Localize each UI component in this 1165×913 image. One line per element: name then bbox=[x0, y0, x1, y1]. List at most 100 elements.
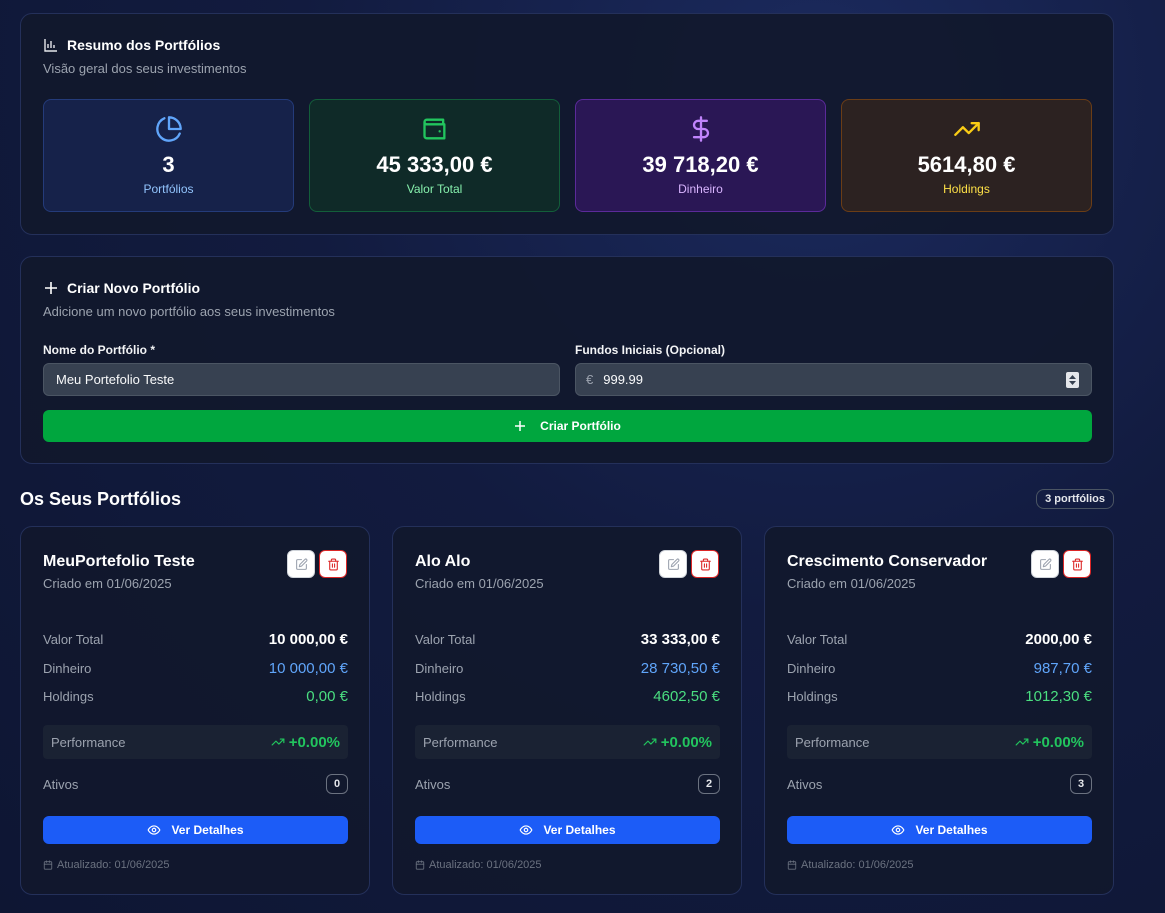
trending-up-icon bbox=[953, 122, 980, 136]
spinner-down-icon bbox=[1069, 380, 1076, 385]
view-details-label: Ver Detalhes bbox=[171, 823, 244, 837]
assets-row: Ativos 3 bbox=[787, 774, 1092, 794]
delete-portfolio-button[interactable] bbox=[691, 550, 719, 578]
create-portfolio-label: Criar Portfólio bbox=[540, 419, 621, 433]
portfolio-name: MeuPortefolio Teste bbox=[43, 553, 195, 570]
bar-chart-icon bbox=[44, 39, 57, 52]
view-details-button[interactable]: Ver Detalhes bbox=[787, 816, 1092, 844]
holdings-label: Holdings bbox=[43, 689, 94, 704]
total-value-label: Valor Total bbox=[43, 632, 104, 647]
summary-title-text: Resumo dos Portfólios bbox=[67, 37, 221, 53]
calendar-icon bbox=[43, 860, 53, 870]
portfolio-created-date: Criado em 01/06/2025 bbox=[415, 576, 544, 591]
portfolio-card: Alo Alo Criado em 01/06/2025 Valor Total 33… bbox=[392, 526, 742, 895]
trash-icon bbox=[327, 558, 339, 570]
stat-label: Portfólios bbox=[143, 182, 194, 196]
edit-icon bbox=[667, 558, 679, 570]
portfolios-heading: Os Seus Portfólios bbox=[20, 489, 182, 509]
assets-label: Ativos bbox=[415, 776, 451, 792]
holdings-value: 4602,50 € bbox=[653, 688, 720, 705]
total-value: 2000,00 € bbox=[1025, 631, 1092, 648]
performance-value-wrap: +0.00% bbox=[271, 734, 340, 751]
initial-funds-value: 999.99 bbox=[603, 372, 643, 387]
initial-funds-label: Fundos Iniciais (Opcional) bbox=[575, 343, 726, 357]
cash-row: Dinheiro 28 730,50 € bbox=[415, 660, 720, 677]
initial-funds-input[interactable]: € 999.99 bbox=[575, 363, 1092, 396]
updated-date: Atualizado: 01/06/2025 bbox=[415, 859, 542, 871]
performance-label: Performance bbox=[795, 734, 870, 750]
stat-label: Holdings bbox=[943, 182, 990, 196]
updated-date: Atualizado: 01/06/2025 bbox=[787, 859, 914, 871]
cash-label: Dinheiro bbox=[415, 661, 464, 676]
trash-icon bbox=[1071, 558, 1083, 570]
calendar-icon bbox=[415, 860, 425, 870]
portfolio-card: MeuPortefolio Teste Criado em 01/06/2025 V… bbox=[20, 526, 370, 895]
performance-row: Performance +0.00% bbox=[43, 725, 348, 759]
edit-portfolio-button[interactable] bbox=[1031, 550, 1059, 578]
stat-card-portfolios: 3 Portfólios bbox=[43, 99, 294, 212]
updated-date-text: Atualizado: 01/06/2025 bbox=[801, 859, 914, 871]
view-details-label: Ver Detalhes bbox=[915, 823, 988, 837]
eye-icon bbox=[892, 825, 905, 835]
trending-up-icon bbox=[643, 738, 657, 746]
total-value-label: Valor Total bbox=[787, 632, 848, 647]
wallet-icon bbox=[422, 118, 445, 140]
trending-up-icon bbox=[1015, 738, 1029, 746]
plus-icon bbox=[45, 282, 57, 294]
edit-portfolio-button[interactable] bbox=[659, 550, 687, 578]
total-value: 10 000,00 € bbox=[268, 631, 348, 648]
create-title-text: Criar Novo Portfólio bbox=[67, 280, 201, 296]
portfolio-name-value: Meu Portefolio Teste bbox=[56, 372, 175, 387]
total-value-row: Valor Total 10 000,00 € bbox=[43, 631, 348, 648]
delete-portfolio-button[interactable] bbox=[319, 550, 347, 578]
currency-symbol: € bbox=[586, 372, 594, 387]
plus-icon bbox=[515, 421, 526, 431]
stat-value: 39 718,20 € bbox=[642, 152, 759, 177]
performance-row: Performance +0.00% bbox=[415, 725, 720, 759]
delete-portfolio-button[interactable] bbox=[1063, 550, 1091, 578]
dollar-icon bbox=[692, 116, 709, 142]
cash-value: 10 000,00 € bbox=[268, 660, 348, 677]
number-spinner[interactable] bbox=[1066, 371, 1079, 388]
assets-label: Ativos bbox=[787, 776, 823, 792]
holdings-label: Holdings bbox=[787, 689, 838, 704]
view-details-button[interactable]: Ver Detalhes bbox=[43, 816, 348, 844]
total-value-row: Valor Total 33 333,00 € bbox=[415, 631, 720, 648]
holdings-row: Holdings 1012,30 € bbox=[787, 688, 1092, 705]
eye-icon bbox=[148, 825, 161, 835]
cash-value: 28 730,50 € bbox=[640, 660, 720, 677]
cash-row: Dinheiro 987,70 € bbox=[787, 660, 1092, 677]
stat-value: 5614,80 € bbox=[917, 152, 1016, 177]
stat-label: Dinheiro bbox=[678, 182, 723, 196]
view-details-label: Ver Detalhes bbox=[543, 823, 616, 837]
assets-count-badge: 0 bbox=[326, 774, 348, 794]
total-value: 33 333,00 € bbox=[640, 631, 720, 648]
view-details-button[interactable]: Ver Detalhes bbox=[415, 816, 720, 844]
create-portfolio-button[interactable]: Criar Portfólio bbox=[43, 410, 1092, 442]
updated-date-text: Atualizado: 01/06/2025 bbox=[429, 859, 542, 871]
holdings-value: 1012,30 € bbox=[1025, 688, 1092, 705]
trending-up-icon bbox=[271, 738, 285, 746]
stat-value: 45 333,00 € bbox=[376, 152, 493, 177]
edit-portfolio-button[interactable] bbox=[287, 550, 315, 578]
portfolio-count-badge: 3 portfólios bbox=[1036, 489, 1114, 509]
trash-icon bbox=[699, 558, 711, 570]
cash-label: Dinheiro bbox=[43, 661, 92, 676]
cash-value: 987,70 € bbox=[1033, 660, 1092, 677]
eye-icon bbox=[520, 825, 533, 835]
updated-date: Atualizado: 01/06/2025 bbox=[43, 859, 170, 871]
summary-title: Resumo dos Portfólios bbox=[43, 37, 220, 53]
pie-chart-icon bbox=[155, 116, 182, 142]
portfolio-created-date: Criado em 01/06/2025 bbox=[787, 576, 916, 591]
holdings-value: 0,00 € bbox=[306, 688, 348, 705]
stat-label: Valor Total bbox=[406, 182, 463, 196]
performance-value-wrap: +0.00% bbox=[1015, 734, 1084, 751]
stat-card-total-value: 45 333,00 € Valor Total bbox=[309, 99, 560, 212]
performance-value: +0.00% bbox=[660, 733, 712, 751]
holdings-label: Holdings bbox=[415, 689, 466, 704]
stat-card-cash: 39 718,20 € Dinheiro bbox=[575, 99, 826, 212]
portfolio-name-input[interactable]: Meu Portefolio Teste bbox=[43, 363, 560, 396]
updated-date-text: Atualizado: 01/06/2025 bbox=[57, 859, 170, 871]
summary-subtitle: Visão geral dos seus investimentos bbox=[43, 61, 247, 76]
total-value-row: Valor Total 2000,00 € bbox=[787, 631, 1092, 648]
